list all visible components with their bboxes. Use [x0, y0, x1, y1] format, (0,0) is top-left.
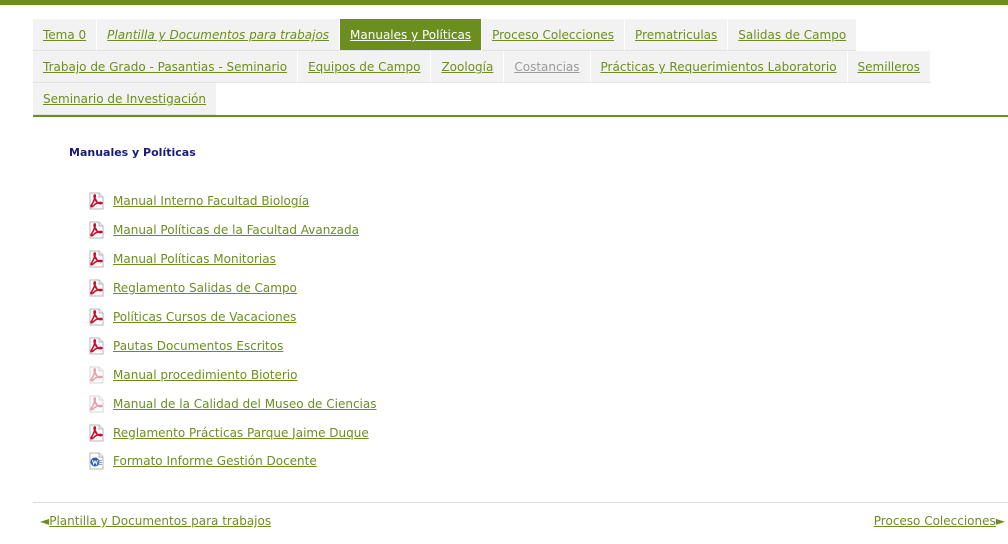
next-section-label: Proceso Colecciones: [873, 514, 996, 528]
tab-plantilla-documentos[interactable]: Plantilla y Documentos para trabajos: [97, 19, 341, 51]
arrow-left-icon: ◄: [40, 514, 50, 528]
list-item: Manual Interno Facultad Biología: [89, 187, 377, 216]
document-link[interactable]: Pautas Documentos Escritos: [113, 339, 283, 353]
arrow-right-icon: ►: [995, 514, 1005, 528]
pdf-icon[interactable]: [89, 424, 105, 442]
document-link[interactable]: Manual Políticas de la Facultad Avanzada: [113, 223, 359, 237]
list-item: Pautas Documentos Escritos: [89, 331, 377, 360]
tab-manuales-politicas[interactable]: Manuales y Políticas: [340, 19, 483, 51]
list-item: Reglamento Salidas de Campo: [89, 274, 377, 303]
tab-equipos-campo[interactable]: Equipos de Campo: [298, 51, 432, 83]
document-list: Manual Interno Facultad Biología Manual …: [89, 187, 377, 476]
list-item: Manual de la Calidad del Museo de Cienci…: [89, 389, 377, 418]
tab-bar-underline: [33, 115, 1008, 117]
tab-seminario-investigacion[interactable]: Seminario de Investigación: [33, 83, 217, 115]
word-icon[interactable]: [89, 452, 105, 470]
pdf-icon[interactable]: [89, 192, 105, 210]
tab-row-2: Trabajo de Grado - Pasantias - Seminario…: [33, 51, 1008, 83]
previous-section-link[interactable]: ◄Plantilla y Documentos para trabajos: [40, 514, 271, 528]
document-link[interactable]: Manual procedimiento Bioterio: [113, 368, 297, 382]
tab-trabajo-grado[interactable]: Trabajo de Grado - Pasantias - Seminario: [33, 51, 299, 83]
pdf-faded-icon[interactable]: [89, 366, 105, 384]
document-link[interactable]: Reglamento Prácticas Parque Jaime Duque: [113, 426, 369, 440]
tab-prematriculas[interactable]: Prematriculas: [625, 19, 729, 51]
pdf-icon[interactable]: [89, 250, 105, 268]
list-item: Formato Informe Gestión Docente: [89, 447, 377, 476]
tab-bar: Tema 0 Plantilla y Documentos para traba…: [33, 19, 1008, 115]
document-link[interactable]: Manual de la Calidad del Museo de Cienci…: [113, 397, 377, 411]
pdf-icon[interactable]: [89, 337, 105, 355]
tab-proceso-colecciones[interactable]: Proceso Colecciones: [482, 19, 626, 51]
previous-section-label: Plantilla y Documentos para trabajos: [49, 514, 272, 528]
document-link[interactable]: Reglamento Salidas de Campo: [113, 281, 297, 295]
top-accent-bar: [0, 0, 1008, 5]
tab-row-3: Seminario de Investigación: [33, 83, 1008, 115]
list-item: Reglamento Prácticas Parque Jaime Duque: [89, 418, 377, 447]
document-link[interactable]: Manual Políticas Monitorias: [113, 252, 276, 266]
tab-tema-0[interactable]: Tema 0: [33, 19, 98, 51]
document-link[interactable]: Políticas Cursos de Vacaciones: [113, 310, 296, 324]
pdf-faded-icon[interactable]: [89, 395, 105, 413]
tab-costancias[interactable]: Costancias: [504, 51, 591, 83]
pdf-icon[interactable]: [89, 308, 105, 326]
tab-row-1: Tema 0 Plantilla y Documentos para traba…: [33, 19, 1008, 51]
document-link[interactable]: Manual Interno Facultad Biología: [113, 194, 309, 208]
pdf-icon[interactable]: [89, 221, 105, 239]
list-item: Manual procedimiento Bioterio: [89, 360, 377, 389]
list-item: Manual Políticas Monitorias: [89, 245, 377, 274]
pdf-icon[interactable]: [89, 279, 105, 297]
tab-semilleros[interactable]: Semilleros: [847, 51, 931, 83]
document-link[interactable]: Formato Informe Gestión Docente: [113, 454, 317, 468]
next-section-link[interactable]: Proceso Colecciones►: [874, 514, 1005, 528]
tab-salidas-campo[interactable]: Salidas de Campo: [728, 19, 858, 51]
tab-practicas-laboratorio[interactable]: Prácticas y Requerimientos Laboratorio: [590, 51, 848, 83]
footer-divider: [33, 502, 1008, 503]
section-title: Manuales y Políticas: [69, 146, 196, 159]
list-item: Manual Políticas de la Facultad Avanzada: [89, 216, 377, 245]
list-item: Políticas Cursos de Vacaciones: [89, 303, 377, 332]
tab-zoologia[interactable]: Zoología: [431, 51, 505, 83]
